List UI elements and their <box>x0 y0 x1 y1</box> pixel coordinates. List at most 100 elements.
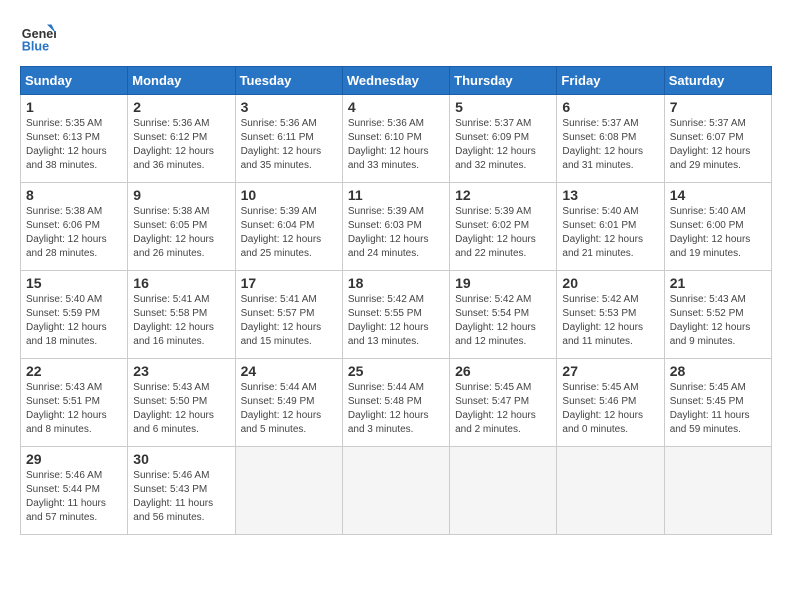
day-cell-16: 16 Sunrise: 5:41 AM Sunset: 5:58 PM Dayl… <box>128 271 235 359</box>
day-number: 30 <box>133 451 229 467</box>
day-number: 21 <box>670 275 766 291</box>
page-header: General Blue <box>20 20 772 56</box>
day-info: Sunrise: 5:46 AM Sunset: 5:44 PM Dayligh… <box>26 469 122 525</box>
logo-icon: General Blue <box>20 20 56 56</box>
day-info: Sunrise: 5:42 AM Sunset: 5:53 PM Dayligh… <box>562 293 658 349</box>
day-cell-29: 29 Sunrise: 5:46 AM Sunset: 5:44 PM Dayl… <box>21 447 128 535</box>
logo: General Blue <box>20 20 62 56</box>
day-info: Sunrise: 5:43 AM Sunset: 5:50 PM Dayligh… <box>133 381 229 437</box>
day-number: 11 <box>348 187 444 203</box>
day-info: Sunrise: 5:43 AM Sunset: 5:51 PM Dayligh… <box>26 381 122 437</box>
day-cell-5: 5 Sunrise: 5:37 AM Sunset: 6:09 PM Dayli… <box>450 95 557 183</box>
day-cell-19: 19 Sunrise: 5:42 AM Sunset: 5:54 PM Dayl… <box>450 271 557 359</box>
day-info: Sunrise: 5:37 AM Sunset: 6:07 PM Dayligh… <box>670 117 766 173</box>
day-cell-13: 13 Sunrise: 5:40 AM Sunset: 6:01 PM Dayl… <box>557 183 664 271</box>
day-info: Sunrise: 5:37 AM Sunset: 6:08 PM Dayligh… <box>562 117 658 173</box>
day-info: Sunrise: 5:36 AM Sunset: 6:11 PM Dayligh… <box>241 117 337 173</box>
day-number: 23 <box>133 363 229 379</box>
day-info: Sunrise: 5:45 AM Sunset: 5:45 PM Dayligh… <box>670 381 766 437</box>
day-number: 8 <box>26 187 122 203</box>
day-info: Sunrise: 5:36 AM Sunset: 6:12 PM Dayligh… <box>133 117 229 173</box>
empty-cell <box>235 447 342 535</box>
day-info: Sunrise: 5:38 AM Sunset: 6:05 PM Dayligh… <box>133 205 229 261</box>
calendar-week-row-0: 1 Sunrise: 5:35 AM Sunset: 6:13 PM Dayli… <box>21 95 772 183</box>
header-sunday: Sunday <box>21 67 128 95</box>
day-cell-6: 6 Sunrise: 5:37 AM Sunset: 6:08 PM Dayli… <box>557 95 664 183</box>
day-info: Sunrise: 5:39 AM Sunset: 6:02 PM Dayligh… <box>455 205 551 261</box>
day-info: Sunrise: 5:38 AM Sunset: 6:06 PM Dayligh… <box>26 205 122 261</box>
day-number: 28 <box>670 363 766 379</box>
day-cell-22: 22 Sunrise: 5:43 AM Sunset: 5:51 PM Dayl… <box>21 359 128 447</box>
day-cell-26: 26 Sunrise: 5:45 AM Sunset: 5:47 PM Dayl… <box>450 359 557 447</box>
empty-cell <box>450 447 557 535</box>
day-cell-14: 14 Sunrise: 5:40 AM Sunset: 6:00 PM Dayl… <box>664 183 771 271</box>
day-cell-23: 23 Sunrise: 5:43 AM Sunset: 5:50 PM Dayl… <box>128 359 235 447</box>
day-info: Sunrise: 5:39 AM Sunset: 6:03 PM Dayligh… <box>348 205 444 261</box>
day-info: Sunrise: 5:45 AM Sunset: 5:47 PM Dayligh… <box>455 381 551 437</box>
day-cell-28: 28 Sunrise: 5:45 AM Sunset: 5:45 PM Dayl… <box>664 359 771 447</box>
header-monday: Monday <box>128 67 235 95</box>
day-info: Sunrise: 5:40 AM Sunset: 6:01 PM Dayligh… <box>562 205 658 261</box>
day-number: 18 <box>348 275 444 291</box>
day-cell-18: 18 Sunrise: 5:42 AM Sunset: 5:55 PM Dayl… <box>342 271 449 359</box>
day-number: 1 <box>26 99 122 115</box>
day-info: Sunrise: 5:43 AM Sunset: 5:52 PM Dayligh… <box>670 293 766 349</box>
day-cell-20: 20 Sunrise: 5:42 AM Sunset: 5:53 PM Dayl… <box>557 271 664 359</box>
day-cell-2: 2 Sunrise: 5:36 AM Sunset: 6:12 PM Dayli… <box>128 95 235 183</box>
empty-cell <box>664 447 771 535</box>
day-number: 13 <box>562 187 658 203</box>
day-number: 19 <box>455 275 551 291</box>
calendar-week-row-1: 8 Sunrise: 5:38 AM Sunset: 6:06 PM Dayli… <box>21 183 772 271</box>
day-info: Sunrise: 5:35 AM Sunset: 6:13 PM Dayligh… <box>26 117 122 173</box>
day-cell-9: 9 Sunrise: 5:38 AM Sunset: 6:05 PM Dayli… <box>128 183 235 271</box>
weekday-header-row: Sunday Monday Tuesday Wednesday Thursday… <box>21 67 772 95</box>
header-friday: Friday <box>557 67 664 95</box>
day-number: 24 <box>241 363 337 379</box>
day-cell-25: 25 Sunrise: 5:44 AM Sunset: 5:48 PM Dayl… <box>342 359 449 447</box>
day-info: Sunrise: 5:41 AM Sunset: 5:58 PM Dayligh… <box>133 293 229 349</box>
day-info: Sunrise: 5:45 AM Sunset: 5:46 PM Dayligh… <box>562 381 658 437</box>
day-cell-21: 21 Sunrise: 5:43 AM Sunset: 5:52 PM Dayl… <box>664 271 771 359</box>
day-number: 7 <box>670 99 766 115</box>
day-cell-30: 30 Sunrise: 5:46 AM Sunset: 5:43 PM Dayl… <box>128 447 235 535</box>
day-number: 20 <box>562 275 658 291</box>
day-cell-12: 12 Sunrise: 5:39 AM Sunset: 6:02 PM Dayl… <box>450 183 557 271</box>
day-info: Sunrise: 5:41 AM Sunset: 5:57 PM Dayligh… <box>241 293 337 349</box>
day-cell-17: 17 Sunrise: 5:41 AM Sunset: 5:57 PM Dayl… <box>235 271 342 359</box>
day-cell-8: 8 Sunrise: 5:38 AM Sunset: 6:06 PM Dayli… <box>21 183 128 271</box>
day-cell-7: 7 Sunrise: 5:37 AM Sunset: 6:07 PM Dayli… <box>664 95 771 183</box>
day-number: 14 <box>670 187 766 203</box>
day-number: 12 <box>455 187 551 203</box>
header-saturday: Saturday <box>664 67 771 95</box>
day-number: 3 <box>241 99 337 115</box>
day-number: 27 <box>562 363 658 379</box>
day-number: 5 <box>455 99 551 115</box>
day-info: Sunrise: 5:40 AM Sunset: 5:59 PM Dayligh… <box>26 293 122 349</box>
day-cell-1: 1 Sunrise: 5:35 AM Sunset: 6:13 PM Dayli… <box>21 95 128 183</box>
day-info: Sunrise: 5:44 AM Sunset: 5:48 PM Dayligh… <box>348 381 444 437</box>
day-number: 9 <box>133 187 229 203</box>
day-number: 2 <box>133 99 229 115</box>
day-number: 26 <box>455 363 551 379</box>
day-info: Sunrise: 5:42 AM Sunset: 5:55 PM Dayligh… <box>348 293 444 349</box>
calendar-week-row-3: 22 Sunrise: 5:43 AM Sunset: 5:51 PM Dayl… <box>21 359 772 447</box>
day-number: 25 <box>348 363 444 379</box>
day-cell-15: 15 Sunrise: 5:40 AM Sunset: 5:59 PM Dayl… <box>21 271 128 359</box>
day-info: Sunrise: 5:40 AM Sunset: 6:00 PM Dayligh… <box>670 205 766 261</box>
day-cell-10: 10 Sunrise: 5:39 AM Sunset: 6:04 PM Dayl… <box>235 183 342 271</box>
day-number: 4 <box>348 99 444 115</box>
svg-text:Blue: Blue <box>22 40 49 54</box>
day-info: Sunrise: 5:36 AM Sunset: 6:10 PM Dayligh… <box>348 117 444 173</box>
day-info: Sunrise: 5:37 AM Sunset: 6:09 PM Dayligh… <box>455 117 551 173</box>
day-info: Sunrise: 5:46 AM Sunset: 5:43 PM Dayligh… <box>133 469 229 525</box>
day-number: 29 <box>26 451 122 467</box>
day-number: 15 <box>26 275 122 291</box>
day-cell-3: 3 Sunrise: 5:36 AM Sunset: 6:11 PM Dayli… <box>235 95 342 183</box>
day-number: 22 <box>26 363 122 379</box>
empty-cell <box>342 447 449 535</box>
day-cell-27: 27 Sunrise: 5:45 AM Sunset: 5:46 PM Dayl… <box>557 359 664 447</box>
header-wednesday: Wednesday <box>342 67 449 95</box>
day-cell-24: 24 Sunrise: 5:44 AM Sunset: 5:49 PM Dayl… <box>235 359 342 447</box>
day-number: 6 <box>562 99 658 115</box>
header-tuesday: Tuesday <box>235 67 342 95</box>
